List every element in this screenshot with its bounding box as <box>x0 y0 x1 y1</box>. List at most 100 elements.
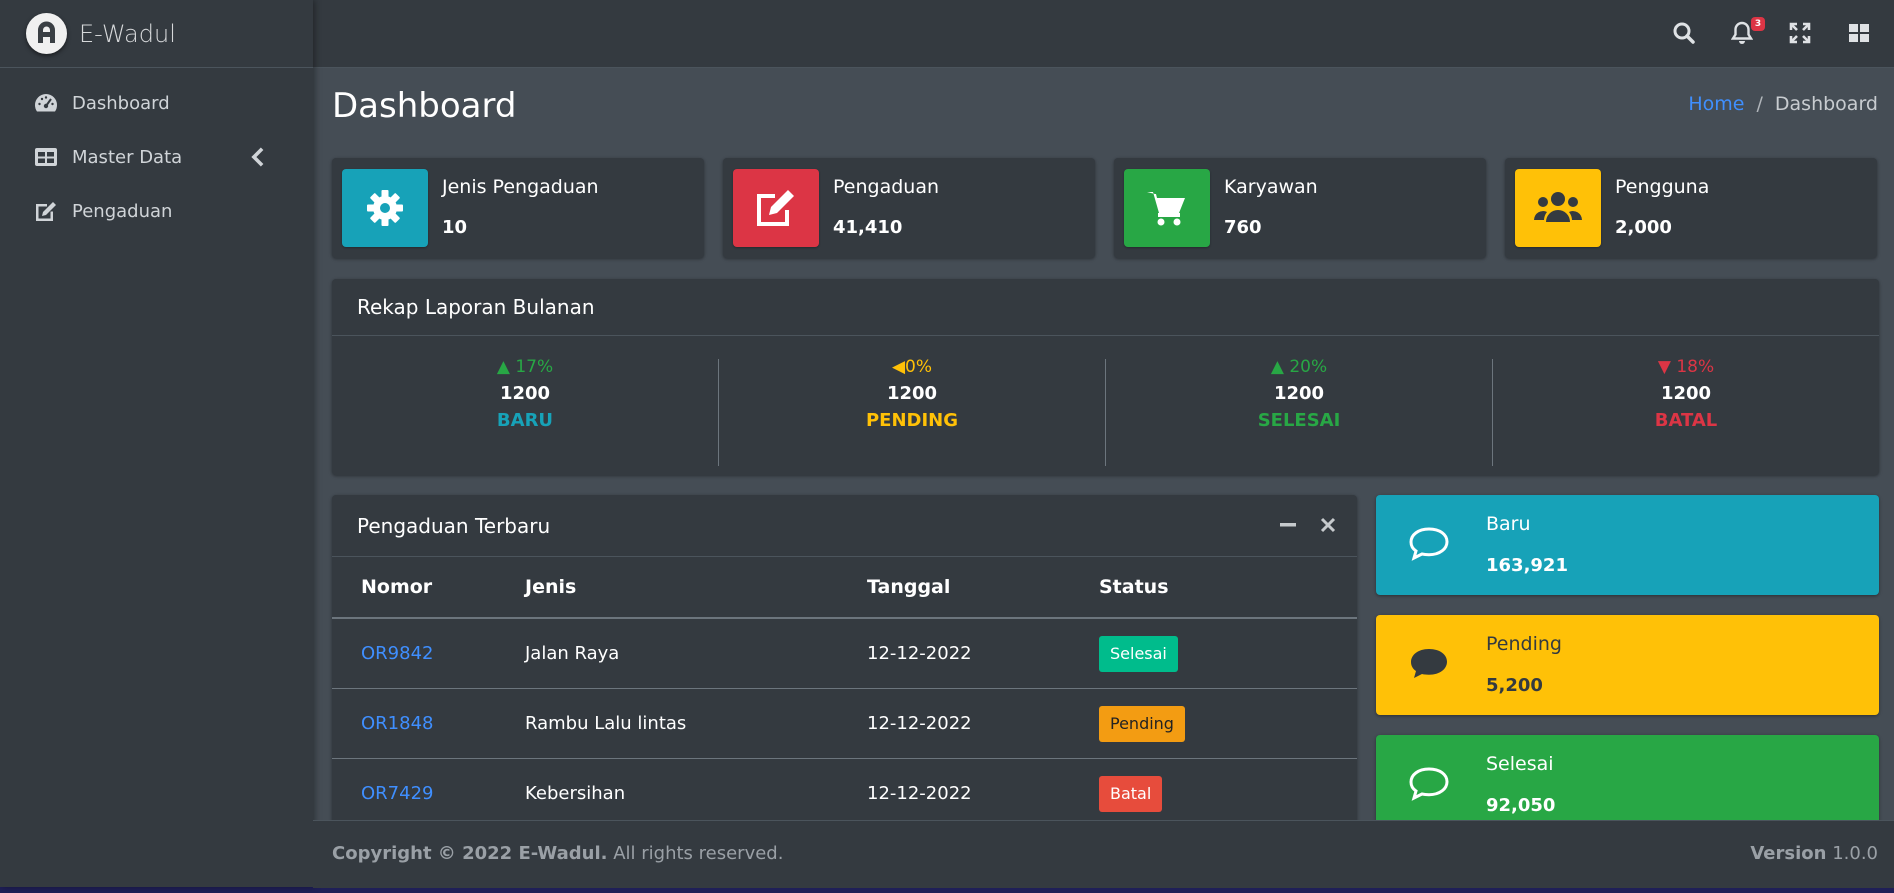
rekap-item-selesai: ▲ 20% 1200 SELESAI <box>1106 357 1493 466</box>
users-icon <box>1515 169 1601 247</box>
rekap-amount: 1200 <box>499 383 551 404</box>
info-box-label: Pengguna <box>1615 176 1710 198</box>
minus-icon[interactable] <box>1279 520 1297 530</box>
footer: Copyright © 2022 E-Wadul. All rights res… <box>313 820 1894 888</box>
status-box-label: Selesai <box>1486 753 1554 775</box>
info-box-jenis-pengaduan: Jenis Pengaduan 10 <box>332 158 704 258</box>
page-title: Dashboard <box>332 86 517 126</box>
sidebar-nav: Dashboard Master Data Pengaduan <box>0 68 313 238</box>
sidebar-item-dashboard[interactable]: Dashboard <box>0 76 313 130</box>
status-badge: Selesai <box>1099 635 1178 672</box>
close-icon[interactable] <box>1320 517 1336 533</box>
footer-version: Version 1.0.0 <box>1750 843 1878 864</box>
info-box-label: Jenis Pengaduan <box>442 176 599 198</box>
column-header: Jenis <box>525 557 867 619</box>
breadcrumb-separator: / <box>1756 93 1763 115</box>
complaint-date: 12-12-2022 <box>867 618 1099 689</box>
breadcrumb: Home / Dashboard <box>1688 93 1878 115</box>
card-title: Pengaduan Terbaru <box>357 513 551 538</box>
rights-text: All rights reserved. <box>613 843 784 864</box>
caret-up-icon: ▲ <box>496 357 516 377</box>
notification-badge: 3 <box>1751 17 1765 31</box>
info-box-pengguna: Pengguna 2,000 <box>1505 158 1877 258</box>
rekap-percent: 20% <box>1289 357 1328 377</box>
rekap-label: SELESAI <box>1257 410 1341 431</box>
bell-icon[interactable]: 3 <box>1729 17 1765 46</box>
comment-icon <box>1409 767 1449 801</box>
rekap-percent: 17% <box>515 357 554 377</box>
rekap-percent: 18% <box>1676 357 1715 377</box>
tachometer-icon <box>34 94 58 112</box>
edit-icon <box>36 202 56 221</box>
top-navbar: 3 <box>313 0 1894 68</box>
sidebar-item-label: Pengaduan <box>72 200 173 222</box>
column-header: Tanggal <box>867 557 1099 619</box>
caret-up-icon: ▲ <box>1270 357 1290 377</box>
grid-icon[interactable] <box>1846 20 1872 46</box>
status-box-baru: Baru 163,921 <box>1376 495 1879 595</box>
table-header-row: Nomor Jenis Tanggal Status <box>332 557 1357 619</box>
sidebar-item-label: Master Data <box>72 146 183 168</box>
table-row: OR1848 Rambu Lalu lintas 12-12-2022 Pend… <box>332 688 1357 759</box>
rekap-label: BATAL <box>1654 410 1718 431</box>
search-icon[interactable] <box>1671 20 1697 46</box>
rekap-stats: ▲ 17% 1200 BARU ◀0% 1200 PENDING ▲ 20% 1… <box>332 336 1879 475</box>
caret-down-icon: ▼ <box>1657 357 1677 377</box>
card-header: Pengaduan Terbaru <box>332 495 1357 557</box>
complaint-number-link[interactable]: OR9842 <box>361 643 433 664</box>
comment-icon <box>1411 649 1447 678</box>
latest-complaints-card: Pengaduan Terbaru Nomor Jenis Tanggal St… <box>332 495 1357 825</box>
breadcrumb-home-link[interactable]: Home <box>1688 93 1744 115</box>
card-title: Rekap Laporan Bulanan <box>332 279 1879 336</box>
brand-name: E-Wadul <box>79 19 176 48</box>
info-box-label: Pengaduan <box>833 176 940 198</box>
footer-copyright: Copyright © 2022 E-Wadul. All rights res… <box>332 843 783 864</box>
copyright-text: Copyright © 2022 E-Wadul. <box>332 843 608 864</box>
info-box-label: Karyawan <box>1224 176 1318 198</box>
table-row: OR7429 Kebersihan 12-12-2022 Batal <box>332 758 1357 825</box>
caret-left-icon: ◀ <box>891 357 906 377</box>
complaints-table: Nomor Jenis Tanggal Status OR9842 Jalan … <box>332 557 1357 825</box>
status-badge: Pending <box>1099 705 1185 742</box>
rekap-item-pending: ◀0% 1200 PENDING <box>719 357 1106 466</box>
rekap-label: BARU <box>496 410 554 431</box>
info-box-number: 760 <box>1224 217 1262 238</box>
info-box-pengaduan: Pengaduan 41,410 <box>723 158 1095 258</box>
complaint-type: Rambu Lalu lintas <box>525 688 867 759</box>
rekap-amount: 1200 <box>886 383 938 404</box>
rekap-item-baru: ▲ 17% 1200 BARU <box>332 357 719 466</box>
info-box-karyawan: Karyawan 760 <box>1114 158 1486 258</box>
complaint-date: 12-12-2022 <box>867 758 1099 825</box>
comment-icon <box>1409 527 1449 561</box>
brand-link[interactable]: E-Wadul <box>0 0 313 68</box>
status-box-number: 5,200 <box>1486 675 1543 696</box>
complaint-type: Jalan Raya <box>525 618 867 689</box>
column-header: Nomor <box>332 557 525 619</box>
rekap-amount: 1200 <box>1660 383 1712 404</box>
rekap-item-batal: ▼ 18% 1200 BATAL <box>1493 357 1879 466</box>
fullscreen-icon[interactable] <box>1787 20 1813 46</box>
version-label: Version <box>1750 843 1827 864</box>
rekap-amount: 1200 <box>1273 383 1325 404</box>
app-root: E-Wadul Dashboard Master Data Pengaduan … <box>0 0 1894 888</box>
sidebar-item-pengaduan[interactable]: Pengaduan <box>0 184 313 238</box>
sidebar: E-Wadul Dashboard Master Data Pengaduan <box>0 0 313 887</box>
rekap-percent: 0% <box>905 357 933 377</box>
cart-icon <box>1124 169 1210 247</box>
table-icon <box>35 148 57 166</box>
complaint-number-link[interactable]: OR7429 <box>361 783 433 804</box>
brand-logo <box>26 13 67 54</box>
gear-icon <box>342 169 428 247</box>
breadcrumb-current: Dashboard <box>1774 93 1878 115</box>
status-box-pending: Pending 5,200 <box>1376 615 1879 715</box>
info-box-number: 10 <box>442 217 468 238</box>
table-row: OR9842 Jalan Raya 12-12-2022 Selesai <box>332 618 1357 689</box>
sidebar-item-master-data[interactable]: Master Data <box>0 130 313 184</box>
info-box-number: 2,000 <box>1615 217 1672 238</box>
status-badge: Batal <box>1099 775 1163 812</box>
rekap-label: PENDING <box>865 410 959 431</box>
status-box-number: 163,921 <box>1486 555 1568 576</box>
complaint-number-link[interactable]: OR1848 <box>361 713 433 734</box>
status-box-number: 92,050 <box>1486 795 1556 816</box>
chevron-left-icon[interactable] <box>245 146 271 168</box>
